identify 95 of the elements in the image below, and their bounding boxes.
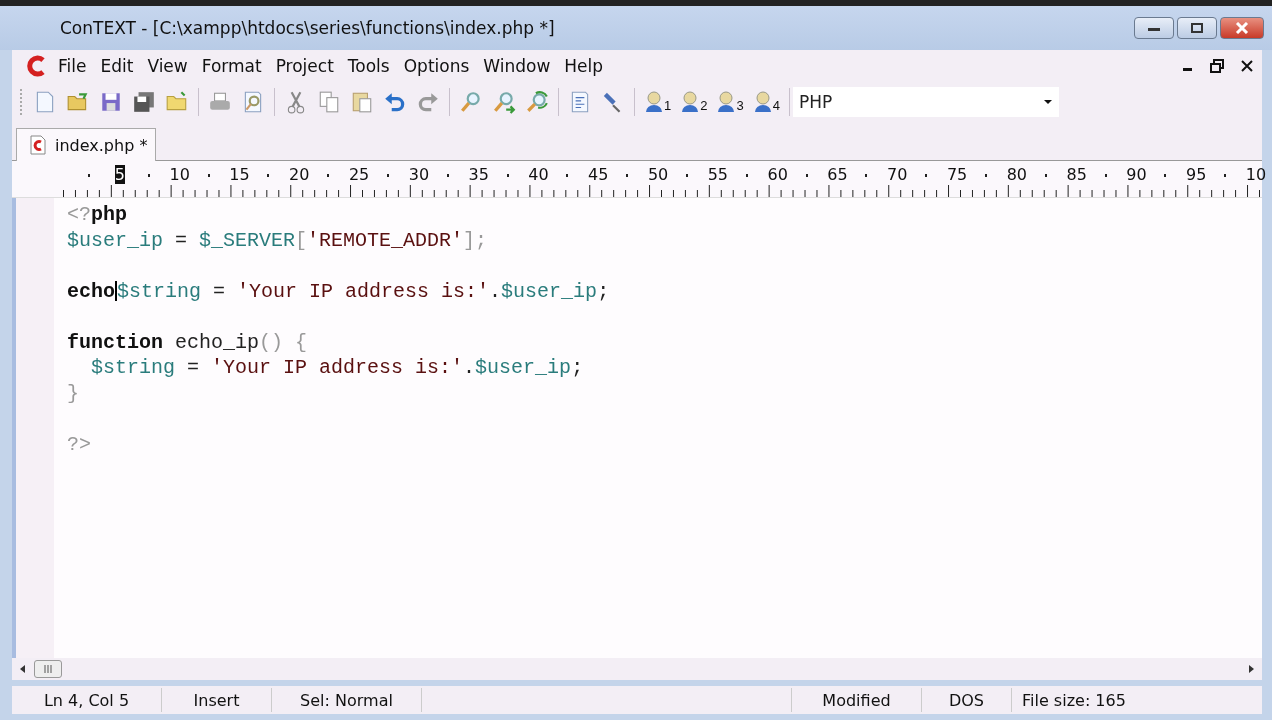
restore-icon[interactable] — [1210, 59, 1224, 73]
code-token: = — [174, 227, 189, 253]
ruler-number: 80 — [1006, 164, 1028, 184]
ruler-number: 45 — [588, 164, 609, 184]
close-button[interactable] — [1220, 17, 1264, 39]
code-token: 'Your IP address is:' — [237, 278, 490, 304]
user-command-button[interactable]: 4 — [752, 91, 780, 113]
save-icon[interactable] — [99, 90, 123, 114]
ruler-number: 25 — [348, 164, 370, 184]
code-token: $string — [117, 278, 202, 304]
menu-item[interactable]: Help — [564, 56, 604, 76]
scroll-left-icon[interactable] — [18, 664, 28, 674]
ruler-number: 40 — [528, 164, 549, 184]
ruler-number: 70 — [887, 164, 908, 184]
close-icon — [1234, 22, 1250, 34]
ruler-number: 65 — [827, 164, 848, 184]
user-command-button[interactable]: 1 — [644, 91, 672, 113]
status-text: Ln 4, Col 5 — [43, 690, 130, 710]
code-token: = — [186, 355, 201, 381]
maximize-icon — [1189, 22, 1205, 34]
menu-item[interactable]: Project — [275, 56, 334, 76]
scrollbar-thumb[interactable] — [34, 660, 62, 678]
maximize-button[interactable] — [1177, 17, 1217, 39]
ruler-number: 95 — [1186, 164, 1207, 184]
menu-item[interactable]: Edit — [100, 56, 134, 76]
code-token: () { — [259, 329, 308, 355]
code-token: . — [489, 278, 502, 304]
window-title: ConTEXT - [C:\xampp\htdocs\series\functions\index.php *] — [60, 18, 556, 38]
code-token: } — [67, 380, 79, 406]
code-token: [ — [295, 227, 308, 253]
ruler-number: 85 — [1066, 164, 1087, 184]
person-icon — [644, 91, 664, 113]
minimize-button[interactable] — [1134, 17, 1174, 39]
ruler-number: 10 — [169, 164, 190, 184]
code-token: ]; — [463, 227, 488, 253]
menu-item[interactable]: File — [58, 56, 87, 76]
code-token: <? — [67, 202, 91, 228]
ruler-number: 20 — [289, 164, 310, 184]
status-text: Modified — [822, 690, 891, 710]
code-token: . — [463, 355, 476, 381]
ruler-number: 55 — [707, 164, 729, 184]
person-icon — [680, 91, 701, 113]
status-text: DOS — [948, 690, 985, 710]
code-token: $user_ip — [475, 355, 572, 381]
ruler-number: 15 — [229, 164, 250, 184]
code-token: php — [91, 202, 128, 228]
ruler-number: 5 — [114, 164, 125, 184]
file-tab[interactable]: index.php * — [16, 128, 157, 161]
menu-item[interactable]: View — [147, 56, 188, 76]
code-token: ; — [597, 278, 610, 304]
menu-item[interactable]: Format — [201, 56, 262, 76]
ruler-number: 35 — [468, 164, 489, 184]
code-token: ?> — [67, 431, 91, 457]
code-token: function — [67, 329, 163, 355]
ruler-number: 75 — [946, 164, 968, 184]
status-text: Insert — [193, 690, 240, 710]
file-icon — [29, 135, 47, 155]
ruler-number: 90 — [1126, 164, 1147, 184]
ruler-number: 50 — [647, 164, 669, 184]
code-token: $user_ip — [67, 227, 163, 253]
copy-icon[interactable] — [317, 90, 341, 114]
highlighter-dropdown[interactable]: PHP — [792, 87, 1059, 117]
save-all-icon[interactable] — [132, 90, 156, 114]
menu-item[interactable]: Window — [483, 56, 551, 76]
scroll-right-icon[interactable] — [1246, 664, 1256, 674]
user-command-button[interactable]: 2 — [680, 91, 708, 113]
person-icon — [752, 91, 773, 113]
person-icon — [716, 91, 737, 113]
status-text: Sel: Normal — [300, 690, 393, 710]
code-token: = — [212, 278, 227, 304]
grip-icon — [43, 665, 53, 673]
menu-item[interactable]: Tools — [347, 56, 390, 76]
menu-item[interactable]: Options — [403, 56, 470, 76]
replace-icon[interactable] — [525, 90, 549, 114]
caret-icon — [1042, 99, 1053, 105]
undo-icon[interactable] — [383, 90, 407, 114]
code-token: 'Your IP address is:' — [211, 355, 464, 381]
ruler-number: 10 — [1245, 164, 1267, 184]
code-token: $string — [90, 355, 176, 381]
text-cursor — [115, 281, 117, 302]
redo-icon[interactable] — [416, 90, 440, 114]
status-text: File size: 165 — [1022, 690, 1126, 710]
code-token: ; — [571, 355, 584, 381]
code-token: 'REMOTE_ADDR' — [307, 227, 464, 253]
ruler-number: 30 — [408, 164, 430, 184]
close-icon[interactable] — [1240, 59, 1254, 73]
code-token: echo — [67, 278, 115, 304]
search-icon[interactable] — [459, 90, 483, 114]
ruler-number: 60 — [767, 164, 788, 184]
user-command-button[interactable]: 3 — [716, 91, 744, 113]
find-next-icon[interactable] — [492, 90, 516, 114]
code-token: $_SERVER — [199, 227, 296, 253]
paste-icon[interactable] — [350, 90, 374, 114]
code-token: echo_ip — [174, 329, 260, 355]
code-token: $user_ip — [501, 278, 598, 304]
